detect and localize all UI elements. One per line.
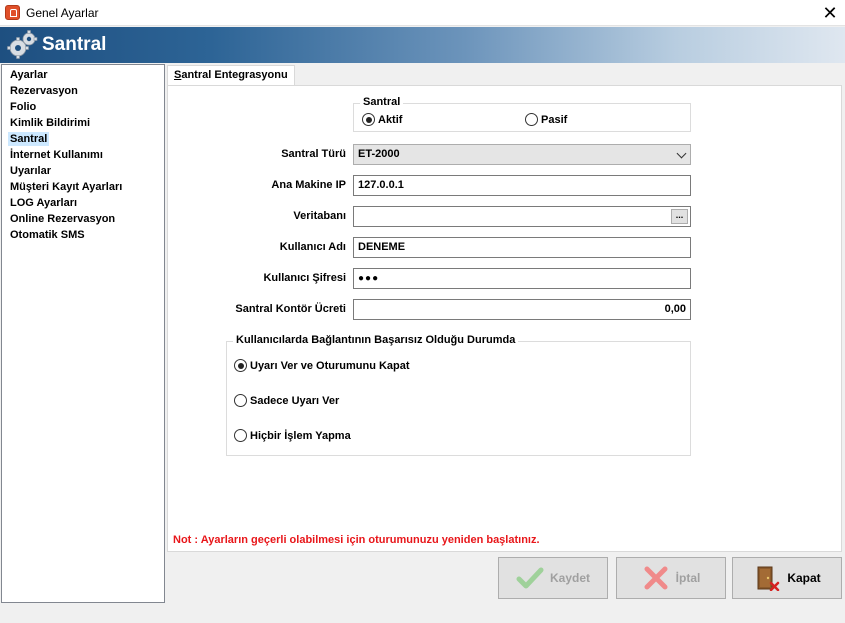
sidebar-item-uyarilar[interactable]: Uyarılar <box>8 164 53 178</box>
window-title: Genel Ayarlar <box>26 6 99 20</box>
save-button-label: Kaydet <box>549 571 590 585</box>
radio-pasif-indicator <box>525 113 538 126</box>
sidebar-item-kimlik-bildirimi[interactable]: Kimlik Bildirimi <box>8 116 92 130</box>
header-banner: Santral <box>0 27 845 63</box>
sidebar-item-ayarlar[interactable]: Ayarlar <box>8 68 50 82</box>
sidebar-item-rezervasyon[interactable]: Rezervasyon <box>8 84 80 98</box>
radio-hicbir-islem-yapma[interactable]: Hiçbir İşlem Yapma <box>234 429 351 442</box>
santral-settings-panel: Santral Aktif Pasif Santral Türü ET-2000… <box>167 85 842 552</box>
title-bar: Genel Ayarlar ✕ <box>0 0 845 26</box>
page-title: Santral <box>42 34 107 55</box>
failure-group-legend: Kullanıcılarda Bağlantının Başarısız Old… <box>233 334 519 346</box>
radio-uyari-ver-ve-kapat[interactable]: Uyarı Ver ve Oturumunu Kapat <box>234 359 410 372</box>
kullanici-adi-input[interactable]: DENEME <box>353 237 691 258</box>
ana-makine-ip-label: Ana Makine IP <box>271 179 346 191</box>
santral-turu-select[interactable]: ET-2000 <box>353 144 691 165</box>
radio-uyari-ver-ve-kapat-indicator <box>234 359 247 372</box>
cancel-button-label: İptal <box>675 571 701 585</box>
close-button-label: Kapat <box>787 571 821 585</box>
radio-aktif[interactable]: Aktif <box>362 113 402 126</box>
radio-hicbir-islem-yapma-label: Hiçbir İşlem Yapma <box>250 429 351 442</box>
checkmark-icon <box>516 567 544 589</box>
save-button[interactable]: Kaydet <box>498 557 608 599</box>
kullanici-sifresi-input[interactable]: ●●● <box>353 268 691 289</box>
veritabani-label: Veritabanı <box>293 210 346 222</box>
radio-sadece-uyari-ver-indicator <box>234 394 247 407</box>
santral-turu-label: Santral Türü <box>281 148 346 160</box>
sidebar-item-log-ayarlari[interactable]: LOG Ayarları <box>8 196 79 210</box>
cross-icon <box>644 566 668 590</box>
cancel-button[interactable]: İptal <box>616 557 726 599</box>
sidebar-item-musteri-kayit-ayarlari[interactable]: Müşteri Kayıt Ayarları <box>8 180 124 194</box>
kontor-ucreti-input[interactable]: 0,00 <box>353 299 691 320</box>
radio-uyari-ver-ve-kapat-label: Uyarı Ver ve Oturumunu Kapat <box>250 359 410 372</box>
kontor-ucreti-label: Santral Kontör Ücreti <box>235 303 346 315</box>
sidebar-item-folio[interactable]: Folio <box>8 100 38 114</box>
radio-aktif-label: Aktif <box>378 113 403 126</box>
connection-failure-group: Kullanıcılarda Bağlantının Başarısız Old… <box>226 334 691 456</box>
santral-group-legend: Santral <box>360 96 404 108</box>
tab-label: antral Entegrasyonu <box>181 69 288 81</box>
restart-note: Not : Ayarların geçerli olabilmesi için … <box>173 534 540 546</box>
kullanici-adi-label: Kullanıcı Adı <box>279 241 346 253</box>
veritabani-browse-button[interactable]: ... <box>671 209 688 224</box>
app-icon <box>5 5 20 20</box>
settings-sidebar: Ayarlar Rezervasyon Folio Kimlik Bildiri… <box>1 64 165 603</box>
santral-turu-value: ET-2000 <box>358 148 400 160</box>
tab-santral-entegrasyonu[interactable]: Santral Entegrasyonu <box>167 65 295 86</box>
sidebar-item-santral[interactable]: Santral <box>8 132 50 146</box>
chevron-down-icon <box>676 148 687 159</box>
sidebar-item-otomatik-sms[interactable]: Otomatik SMS <box>8 228 87 242</box>
sidebar-item-online-rezervasyon[interactable]: Online Rezervasyon <box>8 212 117 226</box>
radio-sadece-uyari-ver[interactable]: Sadece Uyarı Ver <box>234 394 339 407</box>
santral-status-group: Santral Aktif Pasif <box>353 96 691 132</box>
radio-aktif-indicator <box>362 113 375 126</box>
kullanici-sifresi-label: Kullanıcı Şifresi <box>263 272 346 284</box>
ana-makine-ip-input[interactable]: 127.0.0.1 <box>353 175 691 196</box>
radio-hicbir-islem-yapma-indicator <box>234 429 247 442</box>
gears-icon <box>7 30 38 59</box>
exit-door-icon <box>757 566 780 591</box>
sidebar-item-internet-kullanimi[interactable]: İnternet Kullanımı <box>8 148 105 162</box>
radio-pasif[interactable]: Pasif <box>525 113 567 126</box>
radio-pasif-label: Pasif <box>541 113 568 126</box>
window-close-button[interactable]: ✕ <box>815 0 845 26</box>
veritabani-input[interactable]: ... <box>353 206 691 227</box>
status-bar <box>0 603 845 623</box>
radio-sadece-uyari-ver-label: Sadece Uyarı Ver <box>250 394 340 407</box>
close-button[interactable]: Kapat <box>732 557 842 599</box>
tab-strip: Santral Entegrasyonu <box>167 64 844 86</box>
